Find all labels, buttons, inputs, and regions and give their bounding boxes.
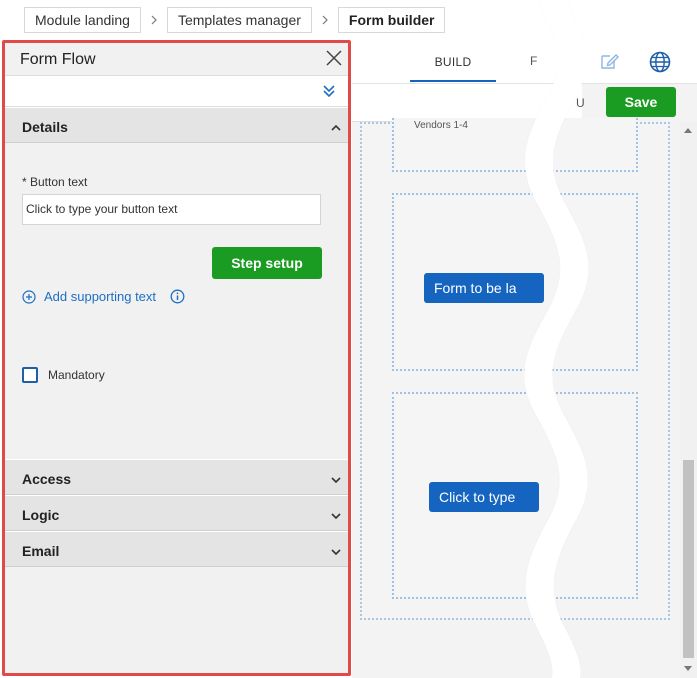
section-title: Logic xyxy=(22,507,60,523)
mandatory-checkbox[interactable] xyxy=(22,367,38,383)
plus-circle-icon xyxy=(22,289,36,304)
tab-build[interactable]: BUILD xyxy=(410,42,496,82)
builder-toolbar xyxy=(352,84,582,122)
section-details[interactable]: Details xyxy=(5,107,348,143)
scroll-down-arrow[interactable] xyxy=(684,666,692,671)
builder-topbar xyxy=(352,42,697,84)
section-access[interactable]: Access xyxy=(5,459,348,495)
section-title: Access xyxy=(22,471,72,487)
section-title: Email xyxy=(22,543,60,559)
panel-title: Form Flow xyxy=(20,51,96,68)
button-text-label: * Button text xyxy=(22,175,88,189)
button-text-input[interactable]: Click to type your button text xyxy=(22,194,321,225)
chevron-right-icon xyxy=(320,15,330,25)
add-supporting-text-label: Add supporting text xyxy=(44,289,157,304)
close-icon[interactable] xyxy=(324,48,344,68)
tab-preview-partial[interactable]: F xyxy=(530,54,537,68)
section-logic[interactable]: Logic xyxy=(5,495,348,531)
panel-header: Form Flow xyxy=(5,43,348,75)
chevron-up-icon[interactable] xyxy=(330,121,342,133)
vendors-label: Vendors 1-4 xyxy=(414,120,468,131)
save-button[interactable]: Save xyxy=(606,87,676,117)
step-setup-button[interactable]: Step setup xyxy=(212,247,322,279)
breadcrumb: Module landing Templates manager Form bu… xyxy=(24,6,446,34)
breadcrumb-form-builder: Form builder xyxy=(337,7,446,33)
mandatory-label: Mandatory xyxy=(48,368,105,382)
scrollbar-thumb[interactable] xyxy=(683,460,694,658)
breadcrumb-templates-manager[interactable]: Templates manager xyxy=(166,7,312,33)
form-step-button[interactable]: Click to type xyxy=(429,482,539,512)
section-title: Details xyxy=(22,119,68,135)
toolbar-partial-text: U xyxy=(576,96,585,110)
form-title-button[interactable]: Form to be la xyxy=(424,273,544,303)
details-body: * Button text Click to type your button … xyxy=(5,143,348,459)
chevron-down-icon[interactable] xyxy=(330,509,342,521)
form-flow-panel: Form Flow Details * Button text Click to xyxy=(2,40,351,676)
app-root: Module landing Templates manager Form bu… xyxy=(0,0,697,678)
info-icon[interactable] xyxy=(170,289,185,304)
breadcrumb-module-landing[interactable]: Module landing xyxy=(24,7,141,33)
double-chevron-down-icon[interactable] xyxy=(322,84,336,98)
globe-icon[interactable] xyxy=(648,50,672,74)
scroll-up-arrow[interactable] xyxy=(684,128,692,133)
add-supporting-text-link[interactable]: Add supporting text xyxy=(22,289,185,304)
section-email[interactable]: Email xyxy=(5,531,348,567)
chevron-right-icon xyxy=(149,15,159,25)
edit-icon[interactable] xyxy=(598,50,620,72)
panel-toolbar-row xyxy=(5,75,348,107)
mandatory-checkbox-row[interactable]: Mandatory xyxy=(22,367,105,383)
chevron-down-icon[interactable] xyxy=(330,545,342,557)
chevron-down-icon[interactable] xyxy=(330,473,342,485)
